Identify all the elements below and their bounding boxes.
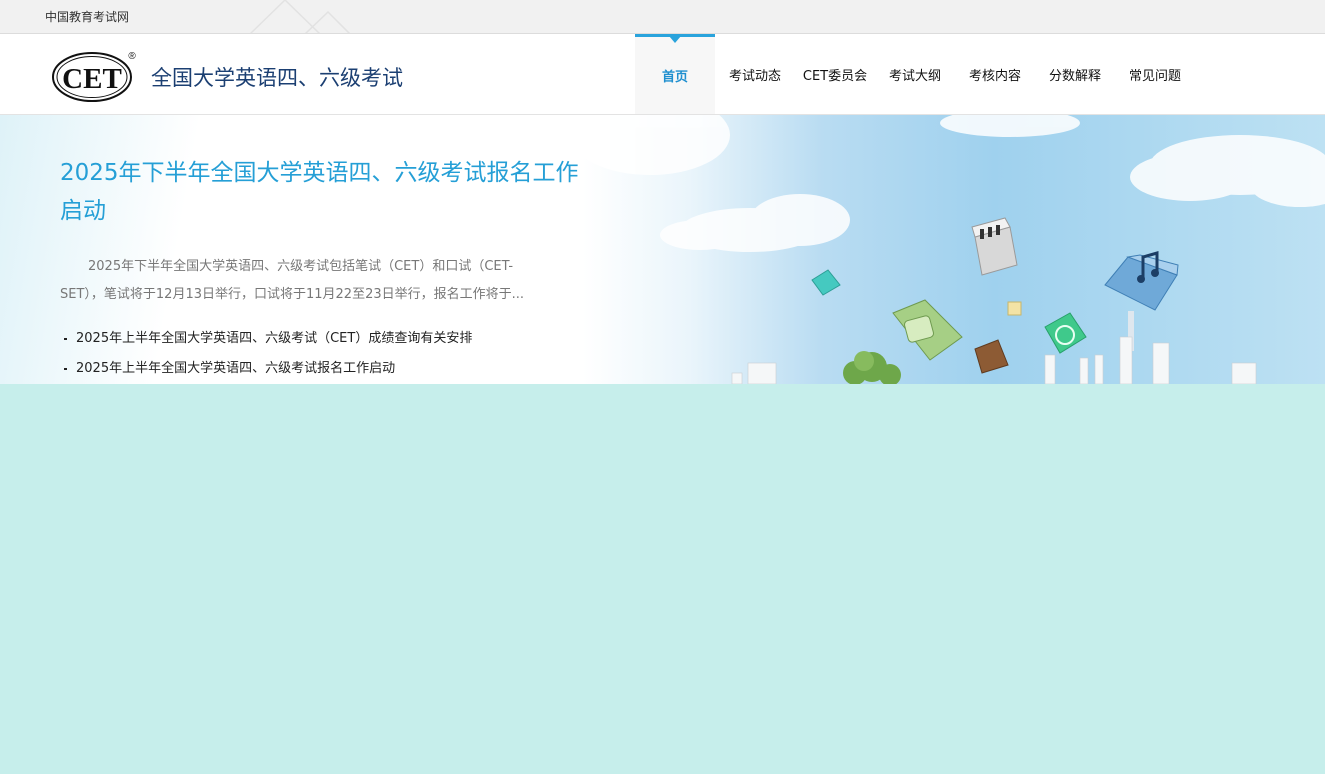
nav-faq[interactable]: 常见问题 — [1115, 34, 1195, 114]
nav-score-explanation[interactable]: 分数解释 — [1035, 34, 1115, 114]
teal-cube-icon — [811, 269, 841, 296]
nav-cet-committee[interactable]: CET委员会 — [795, 34, 875, 114]
cet-logo[interactable]: CET ® — [50, 48, 140, 104]
nav-syllabus[interactable]: 考试大纲 — [875, 34, 955, 114]
tree-icon — [843, 351, 901, 384]
news-list: 2025年上半年全国大学英语四、六级考试（CET）成绩查询有关安排 2025年上… — [60, 324, 472, 384]
main-nav: 首页 考试动态 CET委员会 考试大纲 考核内容 分数解释 常见问题 — [635, 34, 1195, 114]
registered-mark: ® — [128, 51, 136, 62]
yellow-cube-icon — [1007, 301, 1022, 316]
bullet-icon — [64, 338, 67, 340]
green-cube-icon — [892, 299, 963, 361]
nav-assessment[interactable]: 考核内容 — [955, 34, 1035, 114]
brown-cube-icon — [974, 339, 1009, 374]
headline-summary: 2025年下半年全国大学英语四、六级考试包括笔试（CET）和口试（CET-SET… — [60, 259, 525, 302]
nav-exam-news[interactable]: 考试动态 — [715, 34, 795, 114]
mountain-decoration — [250, 0, 351, 33]
music-cube-icon — [1104, 251, 1179, 351]
top-bar: 中国教育考试网 — [0, 0, 1325, 34]
site-header: CET ® 全国大学英语四、六级考试 首页 考试动态 CET委员会 考试大纲 考… — [0, 34, 1325, 115]
piano-cube-icon — [971, 217, 1018, 276]
headline-link[interactable]: 2025年下半年全国大学英语四、六级考试报名工作启动 — [60, 154, 585, 230]
banner-illustration — [580, 115, 1325, 384]
site-title[interactable]: 全国大学英语四、六级考试 — [151, 62, 403, 92]
news-item-title: 2025年上半年全国大学英语四、六级考试报名工作启动 — [76, 361, 396, 376]
bullet-icon — [64, 368, 67, 370]
hero-banner: 2025年下半年全国大学英语四、六级考试报名工作启动 2025年下半年全国大学英… — [0, 115, 1325, 384]
green-circle-cube-icon — [1044, 312, 1087, 354]
news-item[interactable]: 2025年上半年全国大学英语四、六级考试（CET）成绩查询有关安排 — [60, 324, 472, 354]
logo-text: CET — [62, 63, 122, 95]
neea-site-link[interactable]: 中国教育考试网 — [45, 8, 129, 25]
news-item-title: 2025年上半年全国大学英语四、六级考试（CET）成绩查询有关安排 — [76, 331, 473, 346]
nav-home[interactable]: 首页 — [635, 34, 715, 114]
news-item[interactable]: 2025年上半年全国大学英语四、六级考试报名工作启动 — [60, 354, 472, 384]
